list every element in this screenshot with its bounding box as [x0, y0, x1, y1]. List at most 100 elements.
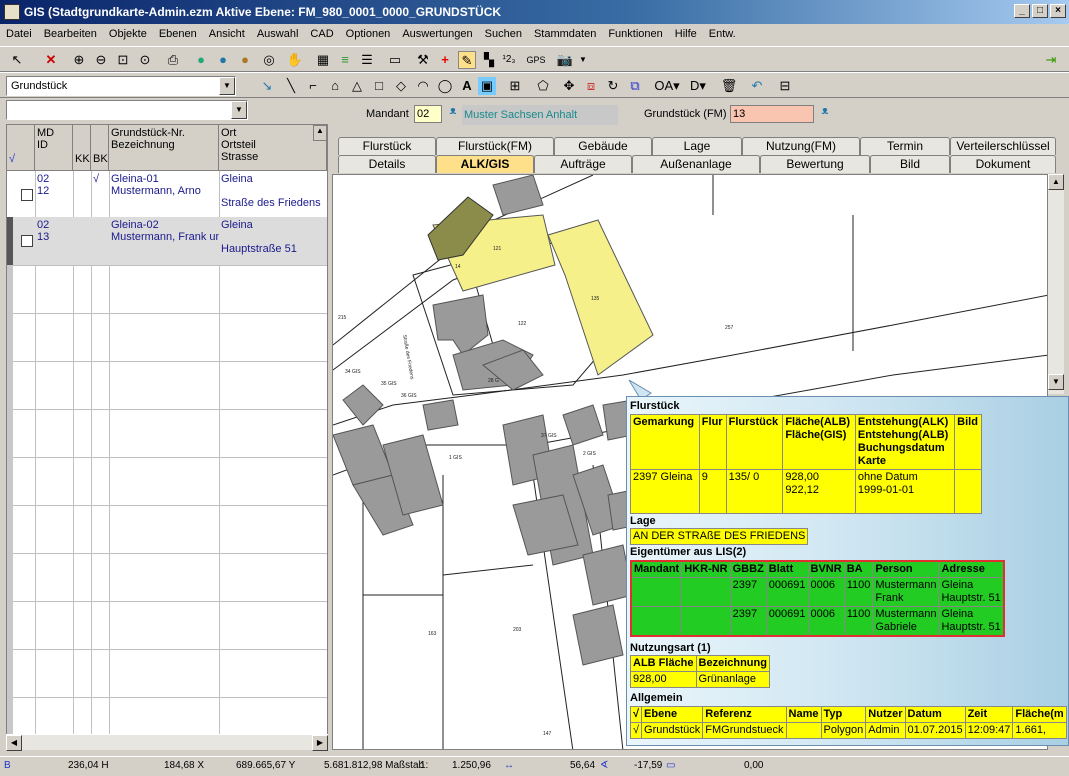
tag-icon[interactable]: ✎ — [458, 51, 476, 69]
zoom-previous-icon[interactable]: ⊙ — [136, 51, 154, 69]
rotate-icon[interactable]: ↻ — [604, 77, 622, 95]
minimize-button[interactable]: _ — [1014, 4, 1030, 18]
grid-header-md-id[interactable]: MD ID — [35, 125, 73, 171]
grid-header-kk[interactable]: KK — [73, 125, 91, 171]
grid-header-check[interactable]: √ — [7, 125, 35, 171]
row-checkbox[interactable] — [21, 235, 33, 247]
filter-select[interactable]: ▼ — [6, 100, 248, 120]
layers-grid-icon[interactable]: ▦ — [314, 51, 332, 69]
layer-globe-icon[interactable]: ● — [214, 51, 232, 69]
text-icon[interactable]: A — [458, 77, 476, 95]
tools-icon[interactable]: ⚒ — [414, 51, 432, 69]
menu-item-stammdaten[interactable]: Stammdaten — [534, 28, 596, 40]
mandant-code-field[interactable]: 02 — [414, 105, 442, 123]
tab-flurstückfm[interactable]: Flurstück(FM) — [436, 137, 554, 155]
tab-details[interactable]: Details — [338, 155, 436, 173]
menu-item-auswahl[interactable]: Auswahl — [257, 28, 299, 40]
grid-header-nr[interactable]: Grundstück-Nr. Bezeichnung — [109, 125, 219, 171]
globe-settings-icon[interactable]: ● — [236, 51, 254, 69]
menu-item-suchen[interactable]: Suchen — [485, 28, 522, 40]
properties-icon[interactable]: ⊟ — [776, 77, 794, 95]
tab-aufträge[interactable]: Aufträge — [534, 155, 632, 173]
camera-icon[interactable]: 📷 — [556, 51, 574, 69]
zoom-window-icon[interactable]: ⊡ — [114, 51, 132, 69]
rectangle-icon[interactable]: □ — [370, 77, 388, 95]
menu-item-objekte[interactable]: Objekte — [109, 28, 147, 40]
tab-verteilerschlüssel[interactable]: Verteilerschlüssel — [950, 137, 1056, 155]
tab-bewertung[interactable]: Bewertung — [760, 155, 870, 173]
tab-termin[interactable]: Termin — [860, 137, 950, 155]
tab-dokument[interactable]: Dokument — [950, 155, 1056, 173]
close-button[interactable]: × — [1050, 4, 1066, 18]
polygon-icon[interactable]: ⌂ — [326, 77, 344, 95]
document-icon[interactable]: D▾ — [686, 77, 710, 95]
row-checkbox[interactable] — [21, 189, 33, 201]
print-icon[interactable]: ⎙ — [164, 51, 182, 69]
select-node-icon[interactable]: ↘ — [258, 77, 276, 95]
crosshair-icon[interactable]: + — [436, 51, 454, 69]
line-icon[interactable]: ╲ — [282, 77, 300, 95]
menu-item-ansicht[interactable]: Ansicht — [209, 28, 245, 40]
menu-item-entw[interactable]: Entw. — [709, 28, 736, 40]
scroll-right-icon[interactable]: ▶ — [312, 735, 328, 751]
table-row[interactable]: 02 13 Gleina-02 Mustermann, Frank und Gl… — [7, 217, 327, 265]
globe-icon[interactable]: ● — [192, 51, 210, 69]
circle-icon[interactable]: ◯ — [436, 77, 454, 95]
grundstueck-field[interactable]: 13 — [730, 105, 814, 123]
trash-icon[interactable]: 🗑 — [720, 77, 738, 95]
menu-item-optionen[interactable]: Optionen — [346, 28, 391, 40]
tab-bild[interactable]: Bild — [870, 155, 950, 173]
diamond-icon[interactable]: ◇ — [392, 77, 410, 95]
tab-gebäude[interactable]: Gebäude — [554, 137, 652, 155]
map-vscrollbar[interactable]: ▲ ▼ — [1048, 174, 1064, 394]
polyline-icon[interactable]: ⌐ — [304, 77, 322, 95]
copy-icon[interactable]: ⧉ — [626, 77, 644, 95]
menu-item-funktionen[interactable]: Funktionen — [608, 28, 662, 40]
undo-icon[interactable]: ↶ — [748, 77, 766, 95]
image-icon[interactable]: ▣ — [478, 77, 496, 95]
scroll-up-icon[interactable]: ▲ — [313, 125, 327, 141]
menu-item-bearbeiten[interactable]: Bearbeiten — [44, 28, 97, 40]
tab-nutzungfm[interactable]: Nutzung(FM) — [742, 137, 860, 155]
pointer-icon[interactable]: ↖ — [8, 51, 26, 69]
arc-icon[interactable]: ◠ — [414, 77, 432, 95]
chevron-down-icon[interactable]: ▼ — [231, 101, 247, 119]
layer-select[interactable]: Grundstück ▼ — [6, 76, 236, 96]
binoculars-icon[interactable]: ᴥ — [444, 105, 462, 123]
binoculars-icon[interactable]: ᴥ — [816, 105, 834, 123]
table-row[interactable]: 02 12 √ Gleina-01 Mustermann, Arno Glein… — [7, 171, 327, 217]
menu-item-ebenen[interactable]: Ebenen — [159, 28, 197, 40]
checker-icon[interactable]: ▚ — [480, 51, 498, 69]
scroll-up-icon[interactable]: ▲ — [1048, 174, 1064, 190]
triangle-icon[interactable]: △ — [348, 77, 366, 95]
object-align-icon[interactable]: OA▾ — [654, 77, 680, 95]
layers-stack-icon[interactable]: ≡ — [336, 51, 354, 69]
edit-vertices-icon[interactable]: ⬠ — [534, 77, 552, 95]
pan-hand-icon[interactable]: ✋ — [286, 51, 304, 69]
menu-item-hilfe[interactable]: Hilfe — [675, 28, 697, 40]
camera-dropdown-icon[interactable]: ▼ — [574, 51, 592, 69]
scale-icon[interactable]: ⧈ — [582, 77, 600, 95]
zoom-in-icon[interactable]: ⊕ — [70, 51, 88, 69]
chevron-down-icon[interactable]: ▼ — [219, 77, 235, 95]
list-icon[interactable]: ☰ — [358, 51, 376, 69]
grid-header-bk[interactable]: BK — [91, 125, 109, 171]
delete-selection-icon[interactable]: ✕ — [42, 51, 60, 69]
menu-item-datei[interactable]: Datei — [6, 28, 32, 40]
grid-header-ort[interactable]: Ort Ortsteil Strasse — [219, 125, 327, 171]
move-icon[interactable]: ✥ — [560, 77, 578, 95]
maximize-button[interactable]: □ — [1032, 4, 1048, 18]
grid-hscrollbar[interactable]: ◀ ▶ — [6, 734, 328, 751]
tab-alkgis[interactable]: ALK/GIS — [436, 155, 534, 173]
measure-icon[interactable]: ▭ — [386, 51, 404, 69]
gps-button[interactable]: GPS — [524, 51, 548, 69]
tab-flurstück[interactable]: Flurstück — [338, 137, 436, 155]
menu-item-auswertungen[interactable]: Auswertungen — [402, 28, 472, 40]
snap-grid-icon[interactable]: ⊞ — [506, 77, 524, 95]
scroll-left-icon[interactable]: ◀ — [6, 735, 22, 751]
exit-icon[interactable]: ⇥ — [1042, 51, 1060, 69]
tab-außenanlage[interactable]: Außenanlage — [632, 155, 760, 173]
scroll-down-icon[interactable]: ▼ — [1048, 374, 1064, 390]
zoom-out-icon[interactable]: ⊖ — [92, 51, 110, 69]
refresh-icon[interactable]: ◎ — [260, 51, 278, 69]
